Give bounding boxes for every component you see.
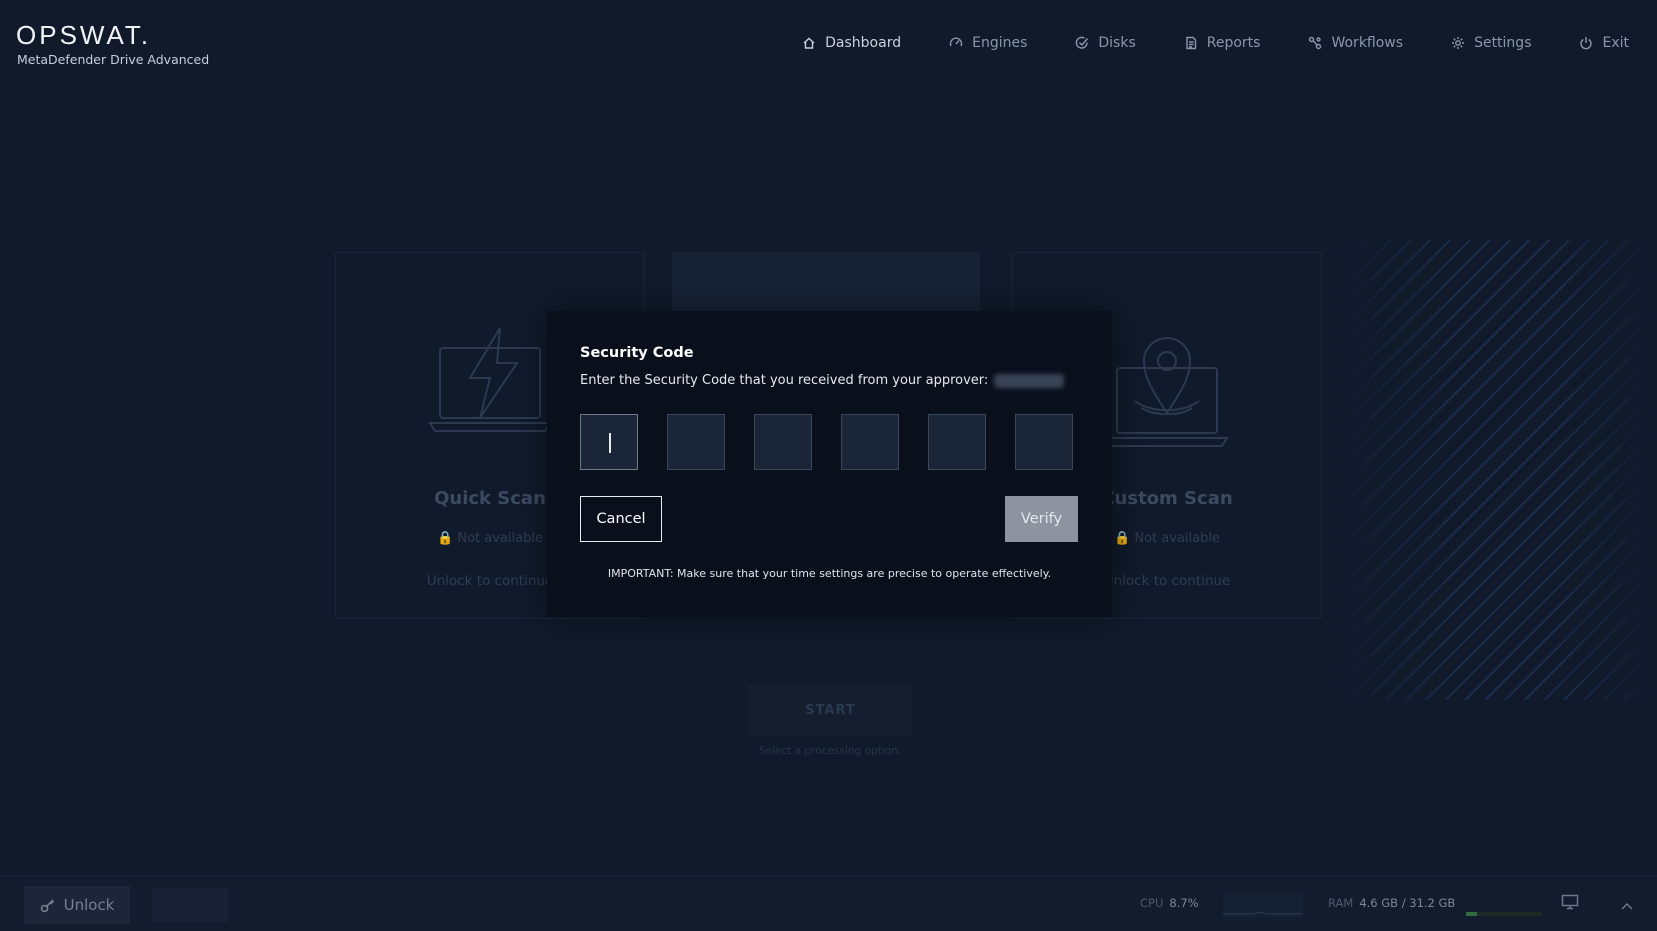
document-icon (1184, 36, 1198, 50)
key-icon (40, 898, 54, 912)
code-digit-3[interactable] (754, 414, 812, 470)
product-name: MetaDefender Drive Advanced (17, 52, 210, 67)
unlock-button[interactable]: Unlock (24, 886, 130, 924)
disabled-footer-button[interactable] (152, 888, 228, 922)
nav-disks[interactable]: Disks (1075, 32, 1136, 54)
nav-label: Engines (972, 35, 1028, 51)
code-digit-1[interactable] (580, 414, 638, 470)
code-digit-4[interactable] (841, 414, 899, 470)
nav-label: Dashboard (825, 35, 902, 51)
gear-icon (1451, 36, 1465, 50)
time-settings-note: IMPORTANT: Make sure that your time sett… (607, 567, 1052, 580)
nav-label: Disks (1098, 35, 1136, 51)
nav-label: Workflows (1331, 35, 1404, 51)
lightning-laptop-icon (425, 323, 555, 442)
ram-usage-fill (1466, 912, 1478, 916)
code-digit-5[interactable] (928, 414, 986, 470)
nav-label: Reports (1206, 35, 1261, 51)
nav-engines[interactable]: Engines (949, 32, 1027, 54)
main-nav: Dashboard Engines Disks Reports Workflow… (754, 32, 1629, 54)
gauge-icon (949, 36, 963, 50)
ram-usage-bar (1466, 912, 1542, 916)
decorative-stripes (1330, 240, 1657, 700)
nav-exit[interactable]: Exit (1579, 32, 1629, 54)
opswat-logo: OPSWAT. (16, 20, 152, 50)
ram-usage: RAM 4.6 GB / 31.2 GB (1328, 896, 1456, 910)
code-digit-6[interactable] (1015, 414, 1073, 470)
text-caret (609, 433, 611, 453)
workflow-icon (1308, 36, 1322, 50)
start-button[interactable]: START (748, 685, 913, 735)
cpu-sparkline (1223, 892, 1303, 918)
security-code-dialog: Security Code Enter the Security Code th… (547, 311, 1112, 617)
nav-label: Exit (1602, 35, 1629, 51)
monitor-icon[interactable] (1561, 894, 1579, 914)
unlock-label: Unlock (63, 896, 115, 914)
nav-reports[interactable]: Reports (1184, 32, 1261, 54)
status-bar: Unlock CPU 8.7% RAM 4.6 GB / 31.2 GB (0, 875, 1657, 931)
cpu-usage: CPU 8.7% (1140, 896, 1199, 910)
check-shield-icon (1075, 36, 1089, 50)
start-hint: Select a processing option. (759, 745, 901, 757)
location-laptop-icon (1102, 323, 1232, 457)
security-code-inputs (580, 414, 1073, 470)
home-icon (802, 36, 816, 50)
chevron-up-icon[interactable] (1620, 896, 1634, 915)
nav-settings[interactable]: Settings (1451, 32, 1531, 54)
dialog-description: Enter the Security Code that you receive… (580, 373, 1065, 388)
redacted-approver (994, 373, 1065, 388)
verify-button[interactable]: Verify (1005, 496, 1078, 542)
dialog-title: Security Code (580, 345, 694, 361)
power-icon (1579, 36, 1593, 50)
app-header: OPSWAT. MetaDefender Drive Advanced Dash… (0, 0, 1657, 85)
nav-dashboard[interactable]: Dashboard (802, 32, 901, 54)
nav-workflows[interactable]: Workflows (1308, 32, 1403, 54)
cancel-button[interactable]: Cancel (580, 496, 662, 542)
code-digit-2[interactable] (667, 414, 725, 470)
nav-label: Settings (1474, 35, 1532, 51)
